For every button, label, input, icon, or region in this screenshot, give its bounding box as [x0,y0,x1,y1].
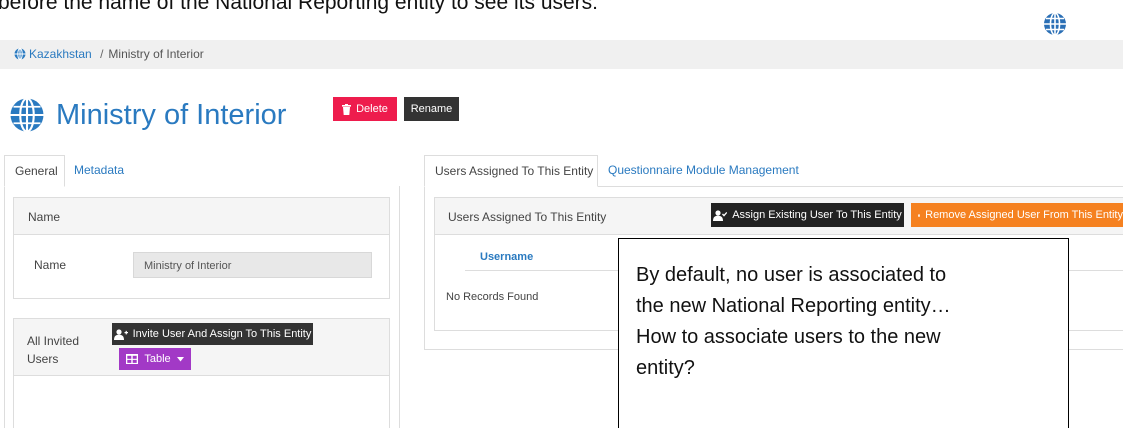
breadcrumb: Kazakhstan / Ministry of Interior [0,40,1123,69]
empty-state-text: No Records Found [446,291,539,303]
assign-existing-user-button[interactable]: Assign Existing User To This Entity [711,203,904,227]
name-field[interactable]: Ministry of Interior [133,252,372,278]
globe-icon [14,48,26,60]
rename-button[interactable]: Rename [404,97,459,121]
delete-button-label: Delete [356,103,388,115]
assign-existing-user-label: Assign Existing User To This Entity [732,209,902,221]
name-section-header: Name [14,198,389,235]
delete-button[interactable]: Delete [333,97,397,121]
callout-line: How to associate users to the new [636,326,941,348]
invited-users-label-line1: All Invited [27,334,80,348]
tab-general[interactable]: General [4,155,65,187]
annotation-callout: By default, no user is associated to the… [618,238,1069,428]
left-tab-bar: General Metadata [4,155,400,187]
rename-button-label: Rename [410,103,453,115]
page-title: Ministry of Interior [56,99,287,131]
invite-user-button-label: Invite User And Assign To This Entity [132,328,312,340]
breadcrumb-parent-label: Kazakhstan [29,47,92,61]
breadcrumb-current: Ministry of Interior [108,47,204,61]
user-plus-icon [113,328,128,340]
tab-users-assigned[interactable]: Users Assigned To This Entity [424,155,598,187]
invited-users-label: All Invited Users [27,332,87,368]
breadcrumb-separator: / [100,47,104,61]
caret-down-icon [176,356,184,361]
globe-icon [1044,12,1066,36]
name-section: Name Name Ministry of Interior [13,197,390,299]
invited-users-label-line2: Users [27,352,59,366]
users-assigned-title: Users Assigned To This Entity [448,210,607,224]
name-label: Name [34,258,67,272]
table-view-label: Table [144,353,171,365]
tab-metadata[interactable]: Metadata [64,155,134,187]
right-tab-bar: Users Assigned To This Entity Questionna… [424,155,1123,187]
callout-line: the new National Reporting entity… [636,295,951,317]
column-header-username[interactable]: Username [480,251,533,263]
tab-questionnaire-module[interactable]: Questionnaire Module Management [598,155,809,187]
remove-assigned-user-button[interactable]: Remove Assigned User From This Entity [911,203,1123,227]
callout-line: By default, no user is associated to [636,264,947,286]
table-icon [126,354,139,364]
invite-user-button[interactable]: Invite User And Assign To This Entity [112,323,313,345]
remove-assigned-user-label: Remove Assigned User From This Entity [925,209,1123,221]
table-view-dropdown[interactable]: Table [119,348,191,370]
breadcrumb-link-kazakhstan[interactable]: Kazakhstan [14,47,95,61]
document-text: before the name of the National Reportin… [0,0,599,14]
minus-square-icon [918,213,921,217]
callout-line: entity? [636,357,695,379]
trash-icon [342,103,352,115]
user-check-icon [713,209,728,221]
globe-icon [10,97,44,133]
